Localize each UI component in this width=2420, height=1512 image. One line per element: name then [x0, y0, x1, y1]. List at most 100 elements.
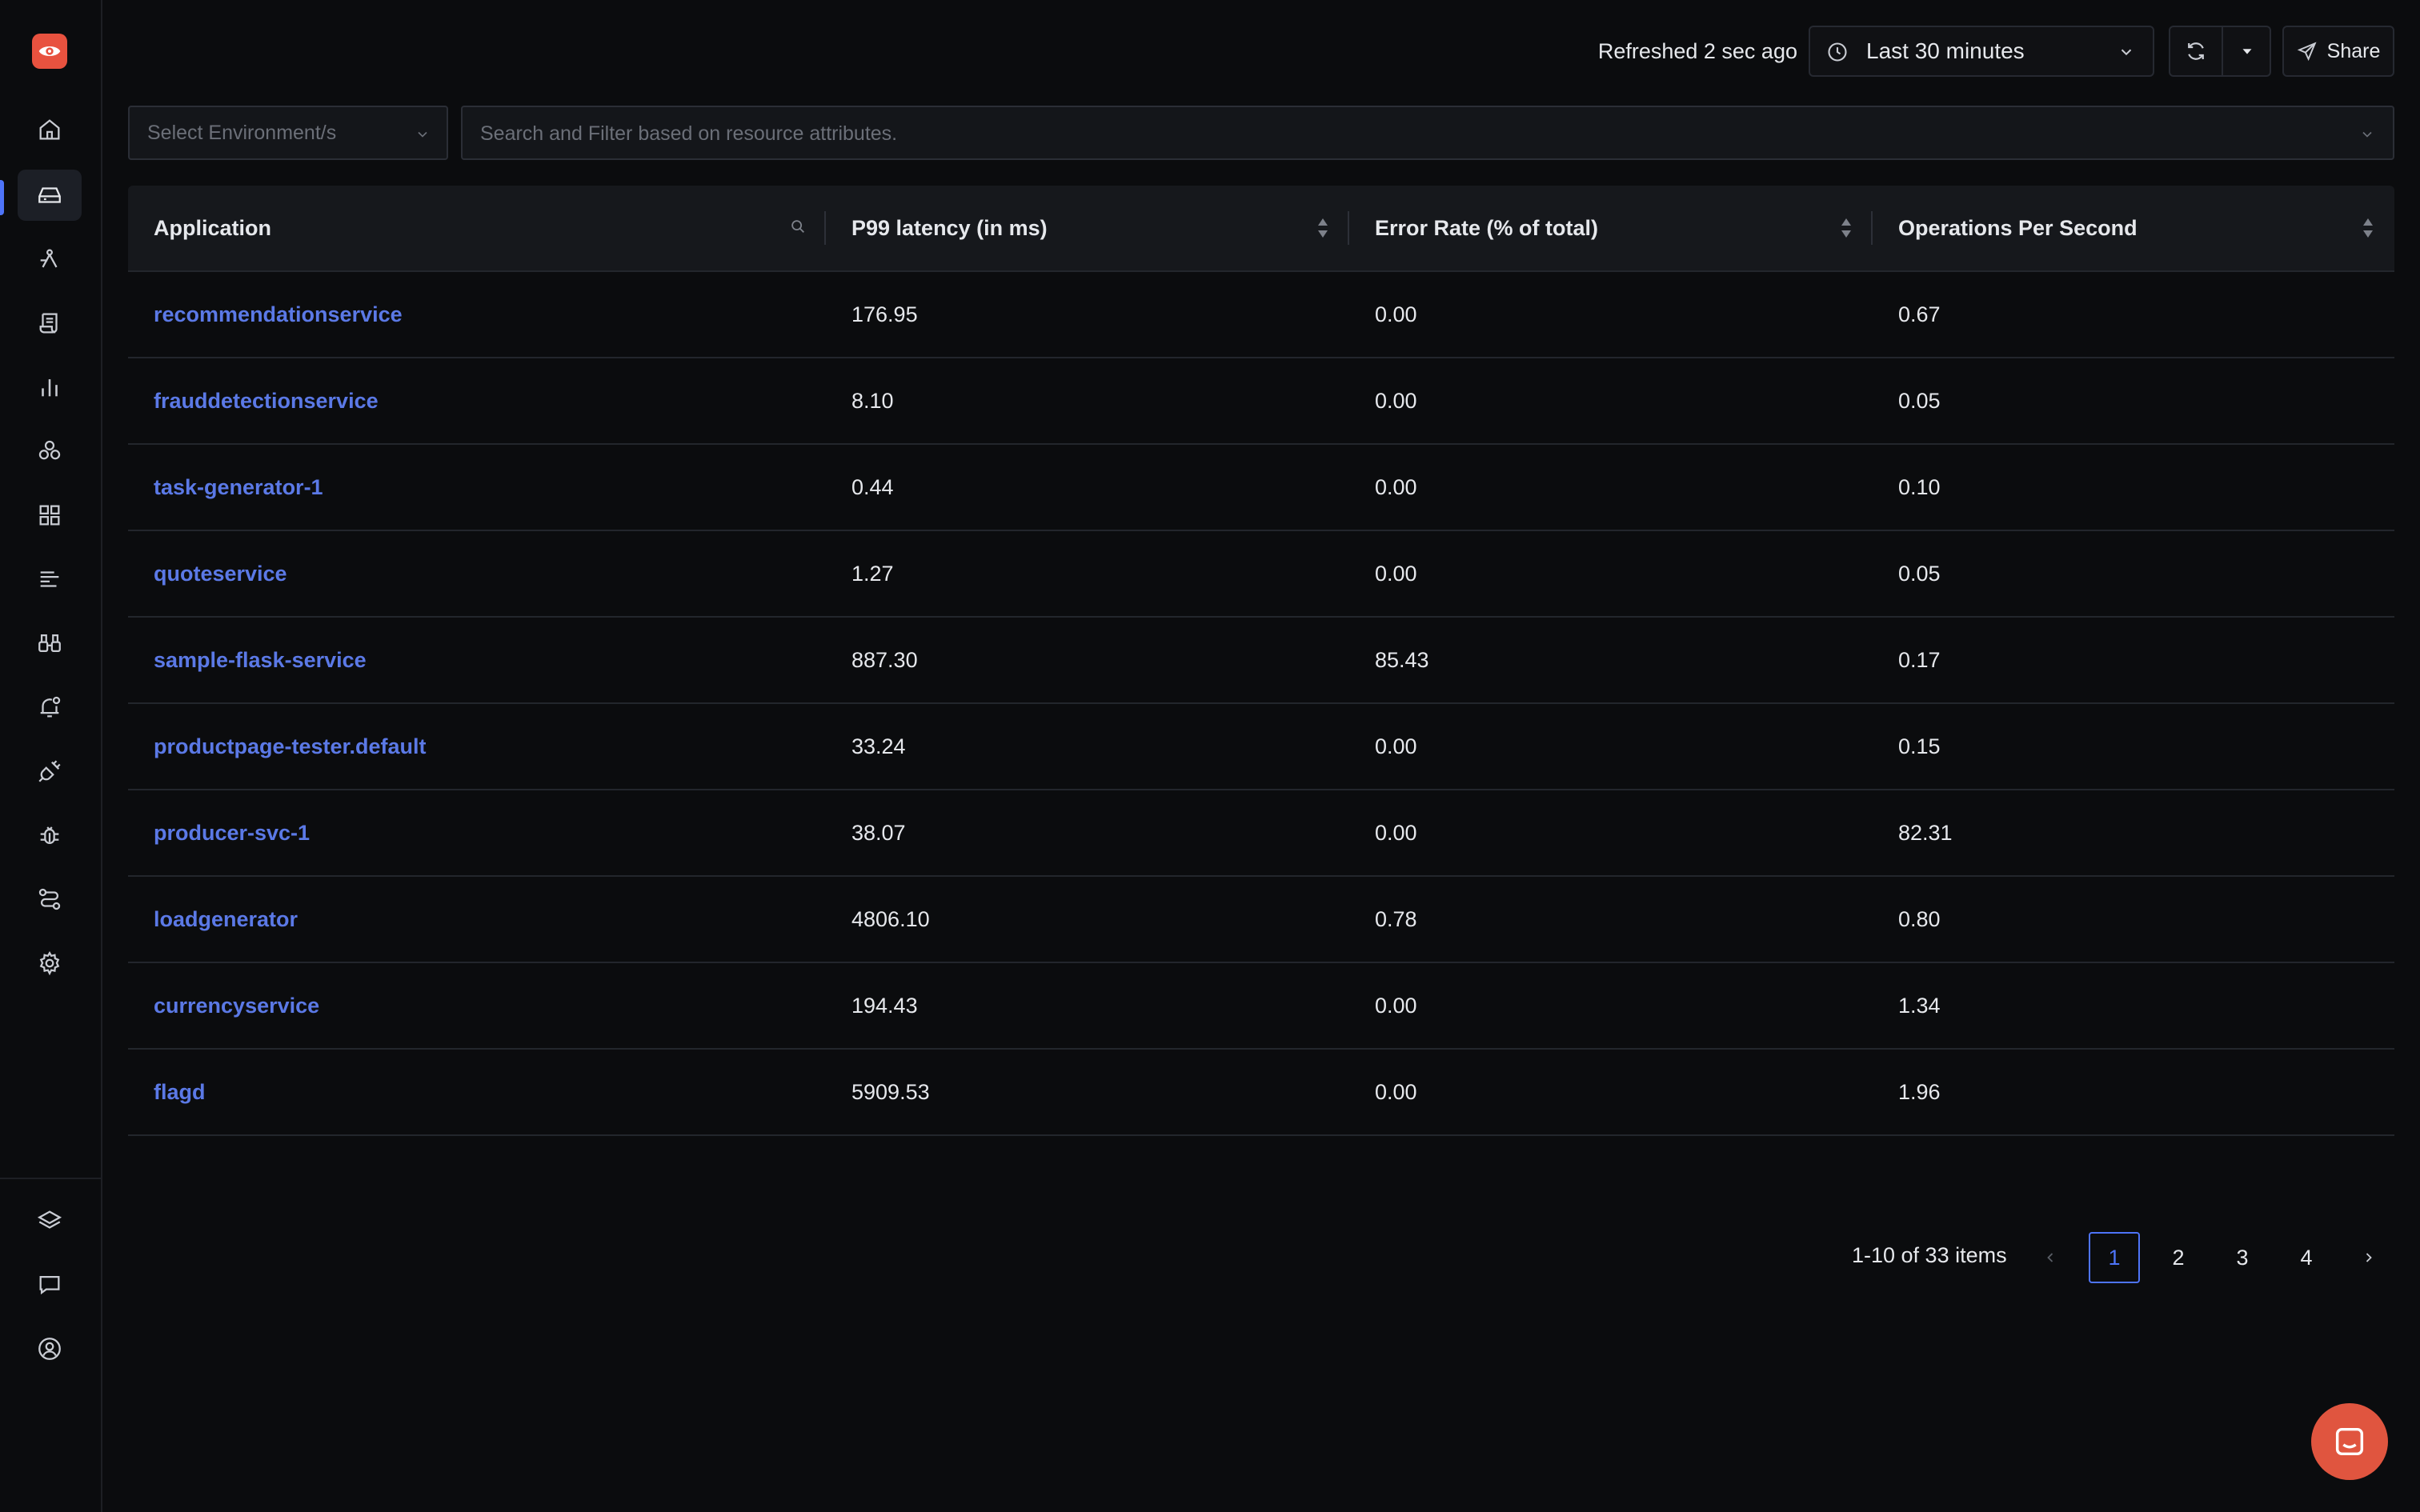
- chat-launcher-button[interactable]: [2311, 1403, 2388, 1480]
- sidebar-item-logs[interactable]: [18, 298, 82, 349]
- column-label: P99 latency (in ms): [851, 215, 1048, 240]
- p99-latency-value: 0.44: [851, 474, 894, 499]
- application-link[interactable]: sample-flask-service: [128, 618, 826, 702]
- resource-filter-input[interactable]: [479, 115, 2322, 152]
- table-row[interactable]: producer-svc-1 38.07 0.00 82.31: [128, 790, 2394, 877]
- table-row[interactable]: currencyservice 194.43 0.00 1.34: [128, 963, 2394, 1050]
- grid-icon: [39, 505, 60, 526]
- p99-latency-value: 1.27: [851, 561, 894, 586]
- sidebar-item-alerts[interactable]: [18, 682, 82, 733]
- table-row[interactable]: frauddetectionservice 8.10 0.00 0.05: [128, 358, 2394, 445]
- sidebar-item-ingestion[interactable]: [18, 746, 82, 797]
- column-header-ops-per-second[interactable]: Operations Per Second: [1873, 186, 2394, 270]
- page-button-2[interactable]: 2: [2153, 1232, 2204, 1283]
- ops-value: 82.31: [1898, 820, 1953, 845]
- bug-icon: [40, 826, 59, 845]
- application-link[interactable]: loadgenerator: [128, 877, 826, 962]
- sidebar-item-dashboards[interactable]: [18, 362, 82, 413]
- table-row[interactable]: task-generator-1 0.44 0.00 0.10: [128, 445, 2394, 531]
- clock-icon: [1828, 42, 1847, 62]
- sidebar-item-messaging[interactable]: [18, 874, 82, 925]
- column-header-application[interactable]: Application: [128, 186, 826, 270]
- home-icon: [39, 119, 60, 140]
- application-link[interactable]: recommendationservice: [128, 272, 826, 357]
- application-link[interactable]: productpage-tester.default: [128, 704, 826, 789]
- column-header-error-rate[interactable]: Error Rate (% of total): [1349, 186, 1873, 270]
- inbox-icon: [38, 187, 61, 203]
- pagination: 1-10 of 33 items 1 2 3 4: [1841, 1232, 2394, 1283]
- table-row[interactable]: recommendationservice 176.95 0.00 0.67: [128, 272, 2394, 358]
- bell-icon: [40, 696, 61, 718]
- sort-icon[interactable]: [1316, 216, 1330, 240]
- send-icon: [2297, 42, 2317, 62]
- error-rate-value: 0.00: [1375, 993, 1417, 1018]
- chevron-down-icon: [418, 131, 427, 138]
- refresh-button[interactable]: [2170, 27, 2222, 75]
- table-row[interactable]: loadgenerator 4806.10 0.78 0.80: [128, 877, 2394, 963]
- application-link[interactable]: producer-svc-1: [128, 790, 826, 875]
- gear-icon: [39, 951, 60, 976]
- column-label: Application: [154, 215, 271, 240]
- time-range-picker[interactable]: Last 30 minutes: [1809, 26, 2154, 77]
- next-page-button[interactable]: [2343, 1232, 2394, 1283]
- application-link[interactable]: currencyservice: [128, 963, 826, 1048]
- sort-icon[interactable]: [2361, 216, 2375, 240]
- error-rate-value: 85.43: [1375, 647, 1429, 672]
- list-icon: [40, 571, 59, 587]
- sidebar: [0, 0, 102, 1512]
- sidebar-item-workspace[interactable]: [18, 1195, 82, 1246]
- caret-down-icon: [2242, 49, 2252, 54]
- sort-icon[interactable]: [1839, 216, 1853, 240]
- resource-filter: [461, 106, 2394, 160]
- search-icon[interactable]: [789, 218, 807, 235]
- sidebar-item-services[interactable]: [18, 170, 82, 221]
- sidebar-item-settings[interactable]: [18, 938, 82, 989]
- refreshed-status: Refreshed 2 sec ago: [1597, 39, 1797, 63]
- sidebar-divider: [0, 1178, 101, 1179]
- sidebar-item-exceptions[interactable]: [18, 618, 82, 669]
- error-rate-value: 0.00: [1375, 388, 1417, 413]
- column-label: Operations Per Second: [1898, 215, 2138, 240]
- environment-select[interactable]: Select Environment/s: [128, 106, 448, 160]
- p99-latency-value: 4806.10: [851, 906, 930, 931]
- ops-value: 0.05: [1898, 561, 1941, 586]
- chevron-right-icon: [2366, 1253, 2372, 1262]
- share-button[interactable]: Share: [2282, 26, 2394, 77]
- sidebar-item-home[interactable]: [18, 104, 82, 155]
- sidebar-item-support[interactable]: [18, 1259, 82, 1310]
- table-row[interactable]: sample-flask-service 887.30 85.43 0.17: [128, 618, 2394, 704]
- error-rate-value: 0.78: [1375, 906, 1417, 931]
- application-link[interactable]: frauddetectionservice: [128, 358, 826, 443]
- refresh-interval-dropdown[interactable]: [2223, 27, 2271, 75]
- sidebar-item-integrations[interactable]: [18, 426, 82, 477]
- table-row[interactable]: productpage-tester.default 33.24 0.00 0.…: [128, 704, 2394, 790]
- binoculars-icon: [38, 634, 61, 653]
- ops-value: 0.10: [1898, 474, 1941, 499]
- sidebar-item-profile[interactable]: [18, 1323, 82, 1374]
- active-nav-indicator: [0, 180, 4, 215]
- sidebar-item-pipelines[interactable]: [18, 554, 82, 605]
- bar-chart-icon: [42, 379, 58, 397]
- error-rate-value: 0.00: [1375, 474, 1417, 499]
- table-row[interactable]: quoteservice 1.27 0.00 0.05: [128, 531, 2394, 618]
- application-link[interactable]: flagd: [128, 1050, 826, 1134]
- table-row[interactable]: flagd 5909.53 0.00 1.96: [128, 1050, 2394, 1136]
- chevron-down-icon: [2121, 49, 2132, 56]
- chevron-down-icon[interactable]: [2359, 126, 2375, 142]
- p99-latency-value: 194.43: [851, 993, 918, 1018]
- ops-value: 0.80: [1898, 906, 1941, 931]
- column-label: Error Rate (% of total): [1375, 215, 1599, 240]
- app-logo[interactable]: [32, 34, 67, 69]
- page-button-1[interactable]: 1: [2089, 1232, 2140, 1283]
- column-header-p99-latency[interactable]: P99 latency (in ms): [826, 186, 1349, 270]
- application-link[interactable]: quoteservice: [128, 531, 826, 616]
- page-button-4[interactable]: 4: [2281, 1232, 2332, 1283]
- error-rate-value: 0.00: [1375, 734, 1417, 758]
- sidebar-item-traces[interactable]: [18, 234, 82, 285]
- prev-page-button[interactable]: [2025, 1232, 2076, 1283]
- application-link[interactable]: task-generator-1: [128, 445, 826, 530]
- p99-latency-value: 176.95: [851, 302, 918, 326]
- page-button-3[interactable]: 3: [2217, 1232, 2268, 1283]
- sidebar-item-debug[interactable]: [18, 810, 82, 861]
- sidebar-item-explorer[interactable]: [18, 490, 82, 541]
